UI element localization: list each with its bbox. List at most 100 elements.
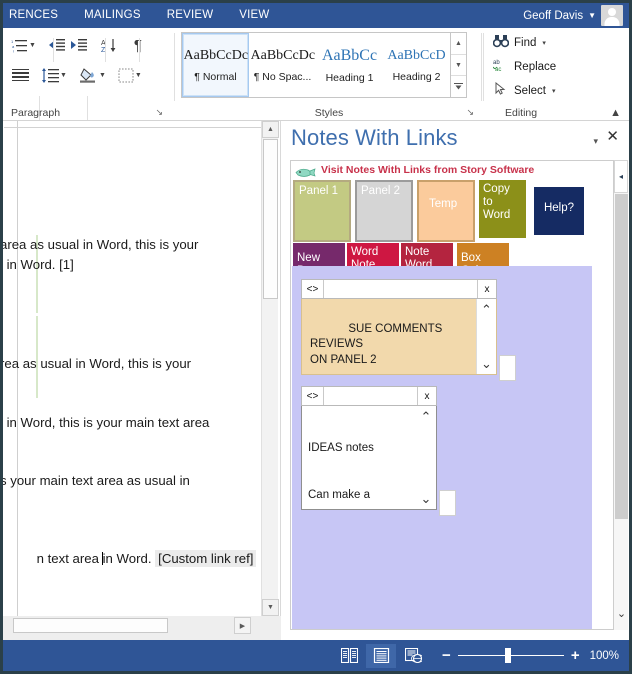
chevron-down-icon[interactable]: ▼: [60, 72, 67, 79]
note-scrollbar[interactable]: ⌃ ⌄: [416, 406, 436, 509]
panel-1-button[interactable]: Panel 1: [293, 180, 351, 242]
copy-to-word-button[interactable]: Copy to Word: [479, 180, 526, 238]
scroll-down-icon[interactable]: ⌄: [481, 356, 492, 372]
tab-references[interactable]: RENCES: [3, 3, 71, 28]
web-layout-icon[interactable]: [398, 644, 428, 668]
task-pane-scrollbar[interactable]: ◂ ⌄: [614, 160, 628, 630]
style-heading-2[interactable]: AaBbCcD Heading 2: [383, 33, 450, 97]
scroll-down-icon[interactable]: ▼: [262, 599, 279, 616]
task-pane-title: Notes With Links: [291, 125, 458, 150]
style-normal[interactable]: AaBbCcDc ¶ Normal: [182, 33, 249, 97]
scroll-up-icon[interactable]: ⌃: [481, 302, 492, 318]
styles-dialog-launcher-icon[interactable]: ↘: [466, 107, 474, 118]
document-canvas[interactable]: area as usual in Word, this is your l in…: [3, 121, 281, 634]
custom-link-ref-field[interactable]: [Custom link ref]: [155, 550, 257, 567]
read-mode-icon[interactable]: [334, 644, 364, 668]
tab-review[interactable]: REVIEW: [154, 3, 227, 28]
scroll-up-icon[interactable]: ▲: [262, 121, 279, 138]
user-account-area[interactable]: Geoff Davis ▼: [523, 3, 627, 28]
note-scrollbar[interactable]: ⌃ ⌄: [476, 299, 496, 374]
note-text[interactable]: IDEAS notes Can make a Custom link ref! …: [301, 406, 437, 510]
note-close-icon[interactable]: x: [477, 280, 496, 298]
select-button[interactable]: Select ▾: [493, 81, 556, 99]
style-no-spacing[interactable]: AaBbCcDc ¶ No Spac...: [249, 33, 316, 97]
note-resize-handle[interactable]: [439, 490, 456, 516]
avatar[interactable]: [601, 5, 623, 26]
chevron-down-icon[interactable]: ▼: [99, 72, 106, 79]
find-button[interactable]: Find ▾: [492, 34, 546, 51]
shading-paint-bucket-icon[interactable]: ▼: [78, 64, 108, 86]
zoom-slider[interactable]: [457, 648, 564, 663]
style-preview: AaBbCcD: [387, 47, 446, 63]
style-name: ¶ No Spac...: [253, 70, 312, 83]
justify-icon[interactable]: [9, 64, 31, 86]
panel-2-button[interactable]: Panel 2: [355, 180, 413, 242]
note-text[interactable]: SUE COMMENTS REVIEWS ON PANEL 2 (this is…: [301, 299, 497, 375]
note-text-line: Can make a: [308, 488, 371, 501]
document-vertical-scrollbar[interactable]: ▲ ▼: [261, 121, 279, 616]
tab-mailings[interactable]: MAILINGS: [71, 3, 154, 28]
note-link-icon[interactable]: <>: [302, 387, 324, 405]
task-pane-header: Notes With Links ▾ ✕: [282, 121, 629, 161]
scroll-down-icon[interactable]: ⌄: [615, 598, 628, 628]
increase-indent-icon[interactable]: [68, 34, 90, 56]
paragraph-dialog-launcher-icon[interactable]: ↘: [155, 107, 163, 118]
note-box[interactable]: <> x IDEAS notes Can make a Custom link …: [301, 386, 456, 516]
zoom-control[interactable]: − +: [442, 648, 580, 663]
document-page[interactable]: area as usual in Word, this is your l in…: [3, 121, 264, 621]
brand-row[interactable]: Visit Notes With Links from Story Softwa…: [294, 164, 534, 177]
line-spacing-icon[interactable]: ▼: [39, 64, 69, 86]
tab-view[interactable]: VIEW: [226, 3, 282, 28]
chevron-down-icon[interactable]: ▾: [542, 39, 546, 47]
ribbon-tabs: RENCES MAILINGS REVIEW VIEW Geoff Davis …: [3, 3, 629, 28]
zoom-percent-label[interactable]: 100%: [590, 650, 619, 662]
scroll-down-icon[interactable]: ⌄: [421, 491, 432, 507]
sort-icon[interactable]: A Z: [98, 34, 120, 56]
divider: [105, 38, 106, 62]
notes-canvas[interactable]: <> x SUE COMMENTS REVIEWS ON PANEL 2 (th…: [292, 266, 592, 629]
brand-label[interactable]: Visit Notes With Links from Story Softwa…: [321, 164, 534, 176]
style-heading-1[interactable]: AaBbCc Heading 1: [316, 33, 383, 97]
divider: [483, 33, 484, 101]
note-header[interactable]: <> x: [301, 386, 437, 406]
scrollbar-thumb[interactable]: [615, 194, 628, 519]
help-button[interactable]: Help?: [534, 187, 584, 235]
scroll-up-icon[interactable]: ⌃: [421, 409, 432, 425]
note-header[interactable]: <> x: [301, 279, 497, 299]
close-icon[interactable]: ✕: [606, 129, 619, 144]
note-close-icon[interactable]: x: [417, 387, 436, 405]
note-title-input[interactable]: [324, 387, 417, 405]
replace-button[interactable]: ab ac Replace: [492, 58, 556, 75]
chevron-down-icon[interactable]: ▼: [588, 11, 596, 20]
temp-button[interactable]: Temp: [417, 180, 475, 242]
task-pane-options-icon[interactable]: ▾: [593, 136, 598, 147]
zoom-in-button[interactable]: +: [571, 648, 580, 663]
note-resize-handle[interactable]: [499, 355, 516, 381]
multilevel-list-icon[interactable]: 1 a i ▼: [9, 34, 38, 56]
scroll-down-icon[interactable]: ▼: [451, 55, 466, 77]
chevron-down-icon[interactable]: ▼: [29, 42, 36, 49]
styles-gallery-scrollbar[interactable]: ▲ ▼: [451, 32, 467, 98]
more-styles-icon[interactable]: [451, 76, 466, 97]
user-name-label: Geoff Davis: [523, 9, 584, 22]
note-title-input[interactable]: [324, 280, 477, 298]
decrease-indent-icon[interactable]: [46, 34, 68, 56]
document-horizontal-scrollbar[interactable]: ▶: [5, 617, 261, 634]
zoom-out-button[interactable]: −: [442, 648, 451, 663]
scrollbar-thumb[interactable]: [13, 618, 168, 633]
scroll-up-icon[interactable]: ▲: [451, 33, 466, 55]
chevron-down-icon[interactable]: ▼: [135, 72, 142, 79]
chevron-down-icon[interactable]: ▾: [552, 87, 556, 95]
scroll-left-icon[interactable]: ◂: [614, 160, 628, 193]
show-formatting-marks-icon[interactable]: ¶: [127, 34, 149, 56]
print-layout-icon[interactable]: [366, 643, 397, 668]
scrollbar-thumb[interactable]: [263, 139, 278, 299]
ribbon-group-editing: Find ▾ ab ac Replace Select ▾ Editing ▲: [483, 28, 629, 121]
zoom-slider-thumb[interactable]: [504, 648, 511, 663]
collapse-ribbon-icon[interactable]: ▲: [610, 107, 621, 119]
borders-icon[interactable]: ▼: [116, 64, 144, 86]
note-link-icon[interactable]: <>: [302, 280, 324, 298]
note-box[interactable]: <> x SUE COMMENTS REVIEWS ON PANEL 2 (th…: [301, 279, 516, 381]
styles-gallery[interactable]: AaBbCcDc ¶ Normal AaBbCcDc ¶ No Spac... …: [181, 32, 451, 98]
scroll-right-icon[interactable]: ▶: [234, 617, 251, 634]
